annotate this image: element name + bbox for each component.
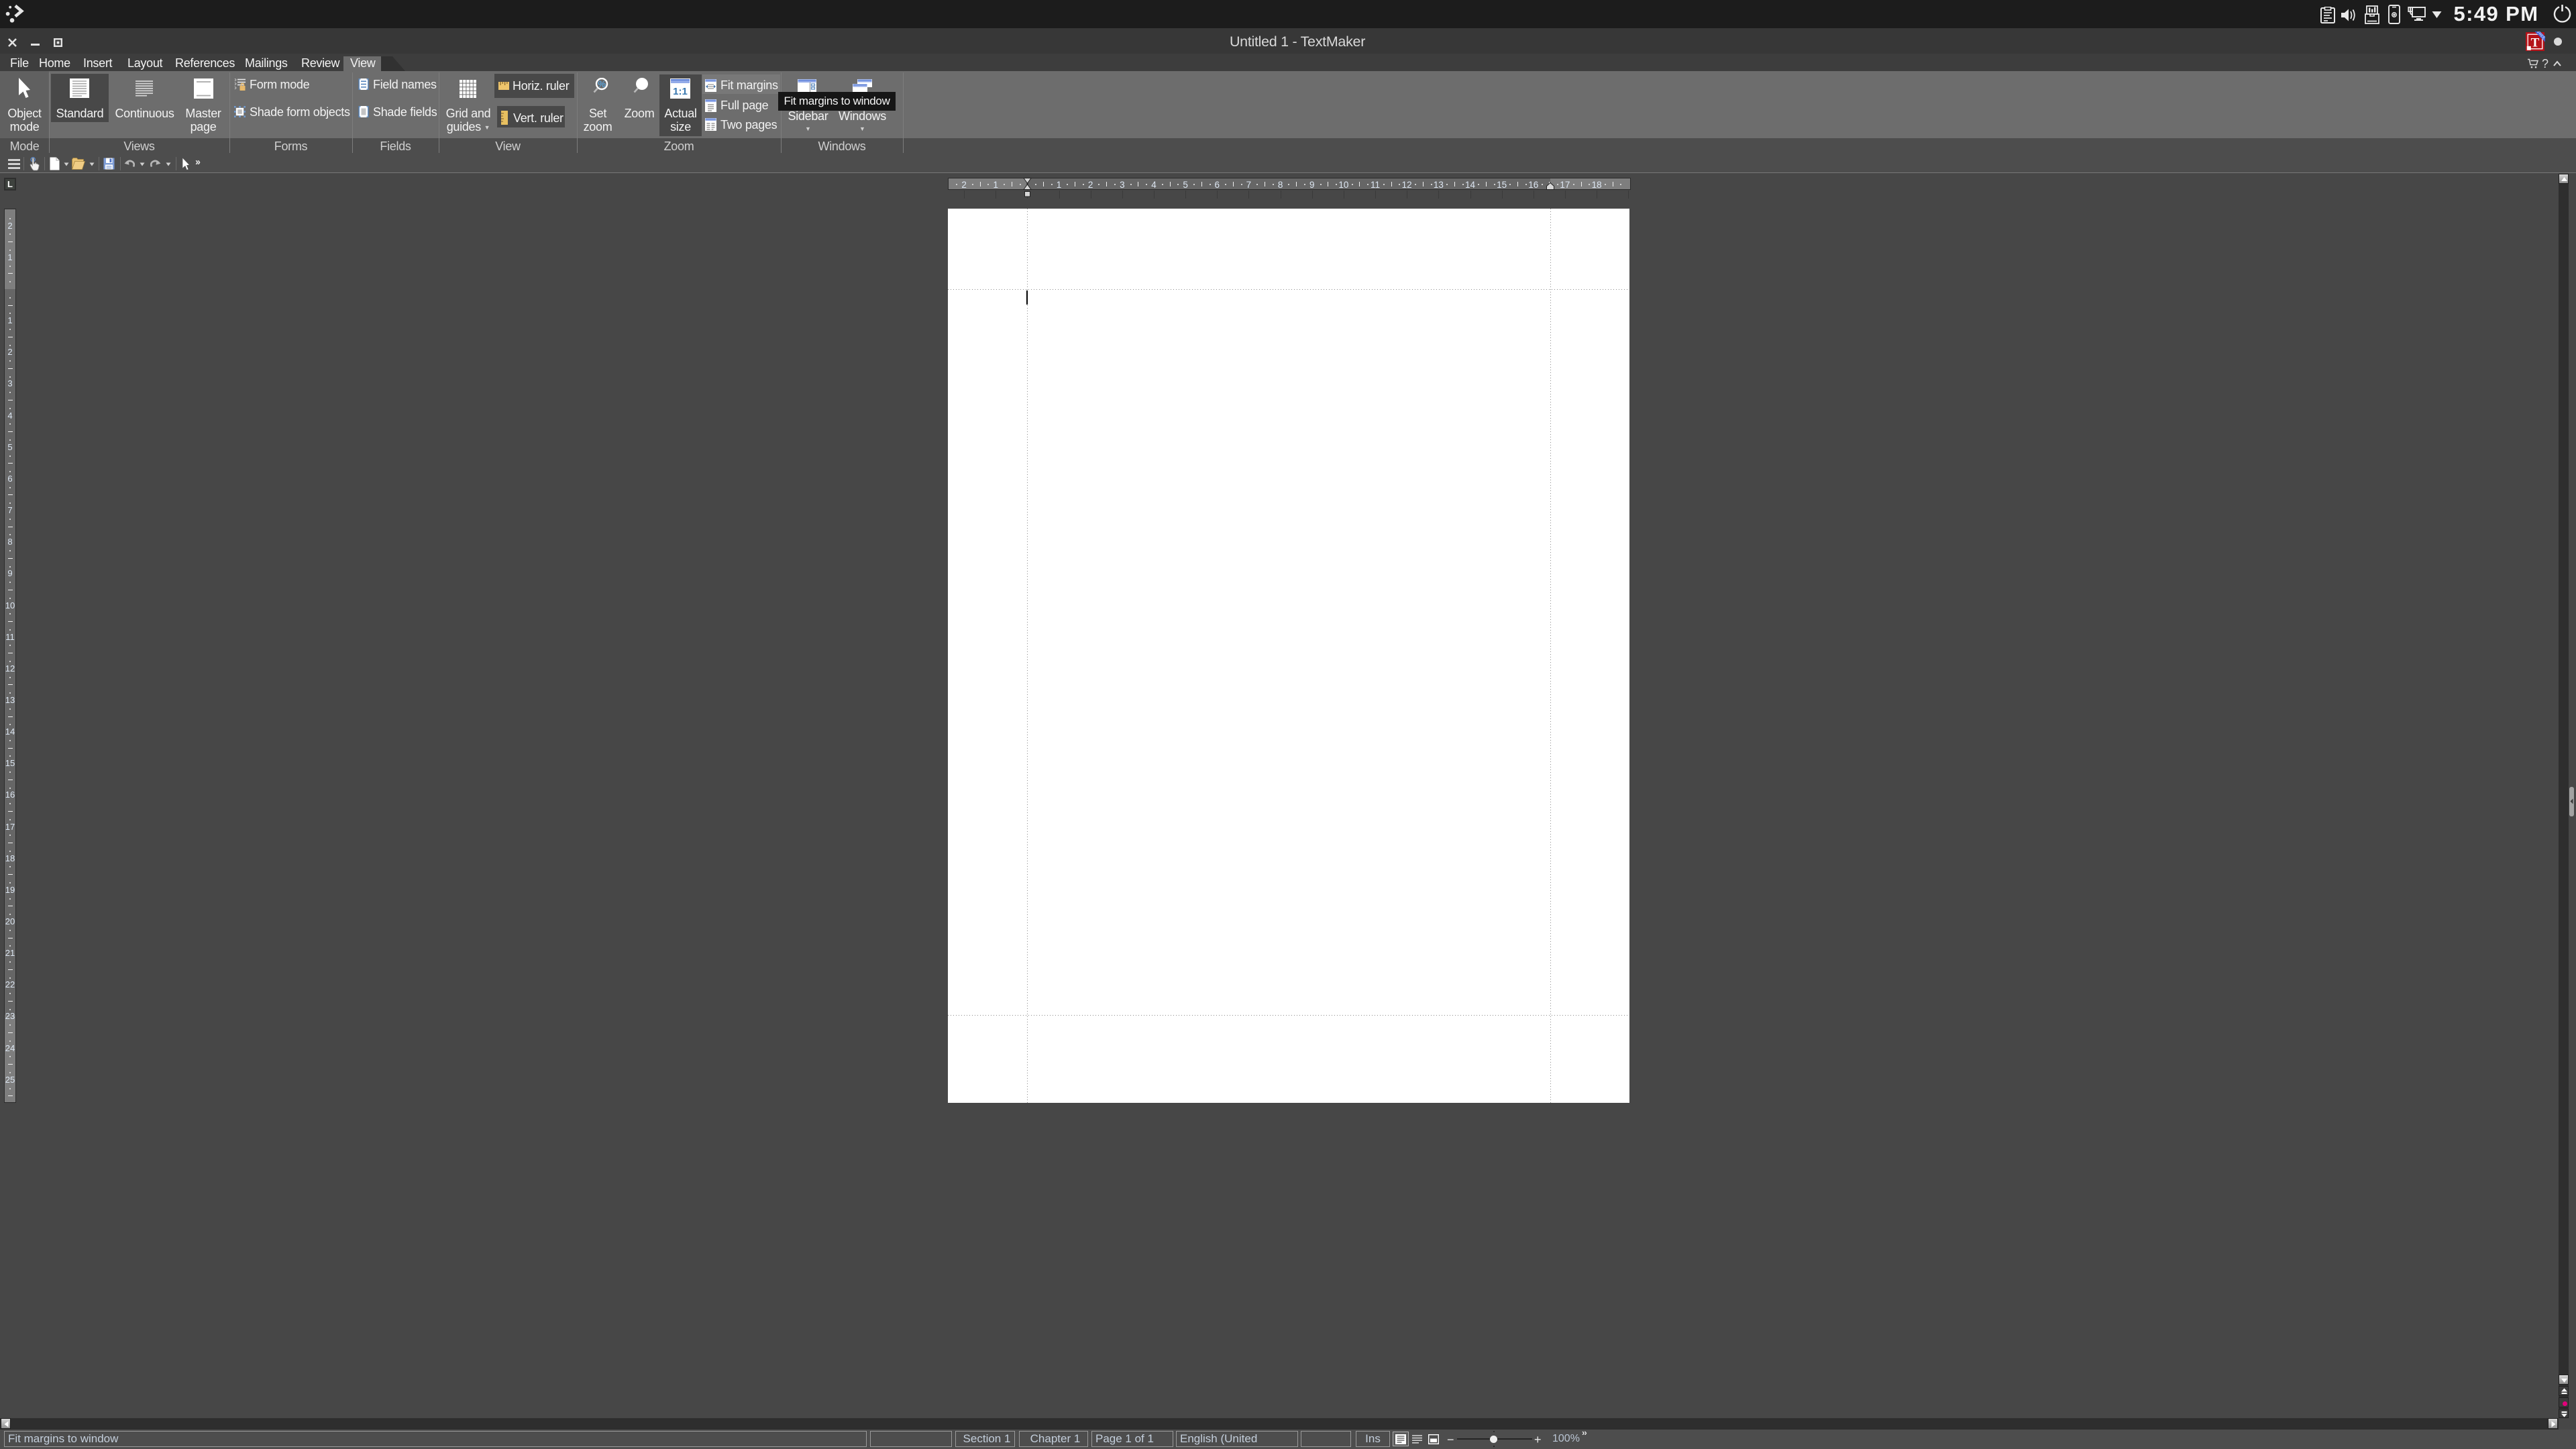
svg-text:%: % (598, 78, 606, 89)
svg-text:1:1: 1:1 (673, 86, 688, 97)
svg-text:T: T (2531, 36, 2540, 50)
